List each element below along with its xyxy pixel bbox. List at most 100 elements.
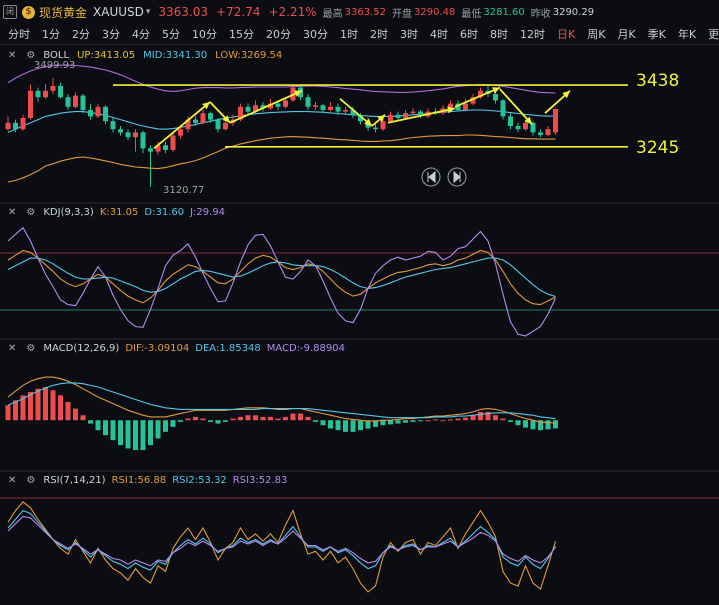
chart-low-label: 3120.77 [163, 185, 204, 196]
macd-histogram-bar [73, 408, 78, 421]
boll-pane [5, 64, 558, 187]
candle-body [20, 118, 26, 130]
macd-histogram-bar [275, 418, 281, 421]
macd-histogram-bar [193, 416, 198, 421]
candle-body [388, 114, 393, 122]
macd-histogram-bar [80, 415, 86, 421]
candle-body [328, 106, 333, 110]
candle-body [110, 121, 116, 130]
candle-body [343, 110, 348, 112]
candle-body [313, 105, 318, 107]
macd-histogram-bar [500, 418, 506, 421]
candle-body [103, 106, 108, 122]
macd-histogram-bar [335, 420, 341, 431]
macd-histogram-bar [118, 420, 123, 446]
candle-body [5, 122, 11, 130]
macd-histogram-bar [358, 420, 363, 431]
resistance-label: 3438 [636, 71, 679, 91]
candle-body [215, 119, 221, 130]
macd-histogram-bar [470, 415, 476, 421]
macd-histogram-bar [553, 420, 558, 429]
candle-body [95, 106, 101, 117]
rsi1-line [7, 501, 557, 593]
macd-histogram-bar [448, 419, 453, 421]
macd-histogram-bar [268, 416, 273, 421]
macd-histogram-bar [253, 415, 258, 421]
macd-histogram-bar [170, 420, 176, 427]
candle-body [193, 119, 198, 123]
macd-histogram-bar [125, 420, 131, 449]
macd-histogram-bar [515, 420, 521, 426]
candle-body [245, 106, 251, 112]
candle-body [88, 110, 93, 117]
macd-histogram-bar [148, 420, 153, 446]
candle-body [553, 109, 558, 133]
candle-body [35, 90, 41, 98]
candle-body [65, 97, 71, 107]
candle-body [163, 145, 168, 150]
candle-body [493, 94, 498, 101]
candle-body [200, 113, 206, 123]
macd-histogram-bar [523, 420, 528, 428]
macd-histogram-bar [50, 390, 56, 421]
macd-histogram-bar [530, 420, 536, 430]
macd-histogram-bar [350, 420, 356, 432]
macd-histogram-bar [163, 420, 168, 432]
candle-body [118, 129, 123, 133]
macd-histogram-bar [215, 420, 221, 424]
candle-body [538, 132, 543, 135]
macd-histogram-bar [320, 420, 326, 426]
candle-body [463, 103, 468, 110]
macd-histogram-bar [388, 420, 393, 425]
macd-histogram-bar [200, 418, 206, 421]
candle-body [380, 121, 386, 130]
candle-body [545, 129, 551, 135]
macd-histogram-bar [95, 420, 101, 431]
candle-body [208, 113, 213, 120]
candle-body [508, 116, 513, 126]
chart-high-label: 3499.93 [34, 60, 75, 71]
rsi3-line [7, 515, 556, 567]
rsi2-line [7, 509, 556, 571]
candle-body [170, 135, 176, 150]
support-label: 3245 [636, 138, 679, 158]
chart-canvas: 3438 3245 3499.93 3120.77 [0, 60, 719, 593]
candle-body [515, 126, 521, 130]
kdj-d-line [7, 257, 556, 298]
candle-body [133, 132, 138, 138]
kdj-j-line [7, 226, 556, 337]
candle-body [335, 106, 341, 112]
macd-histogram-bar [35, 388, 41, 421]
candle-body [140, 132, 146, 149]
macd-histogram-bar [298, 413, 303, 421]
candle-body [410, 111, 416, 114]
macd-histogram-bar [133, 420, 138, 451]
macd-histogram-bar [455, 418, 461, 421]
macd-histogram-bar [395, 420, 401, 424]
macd-histogram-bar [283, 416, 288, 421]
macd-histogram-bar [230, 418, 236, 421]
macd-histogram-bar [155, 420, 161, 439]
macd-histogram-bar [65, 401, 71, 421]
macd-histogram-bar [425, 420, 431, 422]
prev-button[interactable] [421, 167, 441, 187]
skip-back-icon [427, 170, 436, 184]
candle-body [395, 114, 401, 118]
candle-body [283, 100, 288, 107]
macd-histogram-bar [185, 418, 191, 421]
candle-body [43, 90, 48, 98]
next-button[interactable] [447, 167, 467, 187]
candle-body [28, 90, 33, 118]
candle-body [500, 100, 506, 117]
macd-histogram-bar [58, 395, 63, 421]
candle-body [80, 95, 86, 110]
candle-body [523, 122, 528, 130]
candle-body [50, 86, 56, 91]
macd-histogram-bar [493, 415, 498, 421]
candle-body [73, 95, 78, 107]
macd-histogram-bar [463, 417, 468, 421]
macd-histogram-bar [290, 413, 296, 421]
candle-body [403, 113, 408, 118]
macd-histogram-bar [508, 420, 513, 422]
macd-pane [5, 376, 558, 451]
